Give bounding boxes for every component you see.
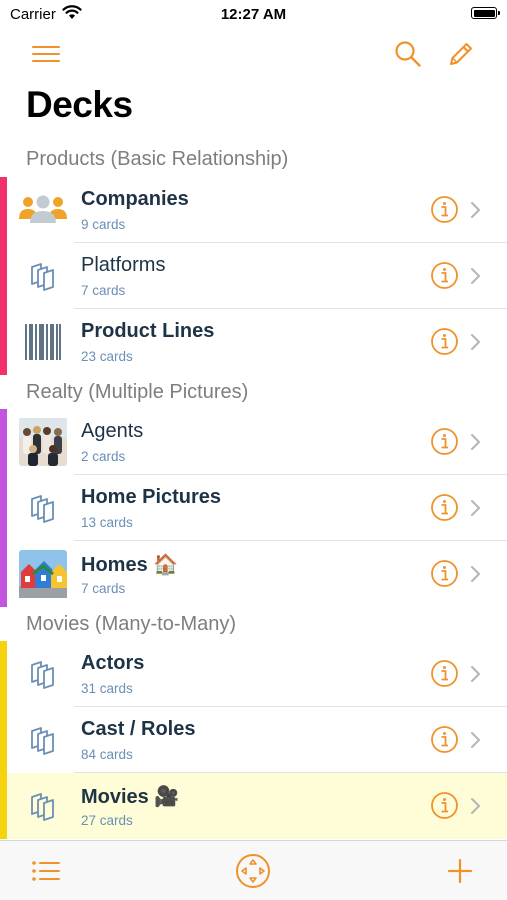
- info-icon[interactable]: [430, 559, 459, 588]
- deck-title: Actors: [81, 652, 145, 674]
- deck-card-count: 7 cards: [81, 581, 126, 596]
- chevron-right-icon: [469, 565, 481, 583]
- deck-color-bar: [0, 409, 7, 475]
- deck-title: Movies 🎥: [81, 786, 180, 808]
- homes-photo: [19, 550, 67, 598]
- list-icon[interactable]: [28, 853, 64, 889]
- pencil-icon[interactable]: [443, 36, 479, 72]
- section-header-products: Products (Basic Relationship): [26, 148, 289, 170]
- chevron-right-icon: [469, 797, 481, 815]
- deck-title: Cast / Roles: [81, 718, 196, 740]
- info-icon[interactable]: [430, 725, 459, 754]
- deck-color-bar: [0, 177, 7, 243]
- section-header-realty: Realty (Multiple Pictures): [26, 381, 249, 403]
- section-header-movies: Movies (Many-to-Many): [26, 613, 237, 635]
- info-icon[interactable]: [430, 261, 459, 290]
- status-bar: Carrier 12:27 AM: [0, 0, 507, 30]
- page-title: Decks: [26, 84, 133, 125]
- info-icon[interactable]: [430, 791, 459, 820]
- chevron-right-icon: [469, 333, 481, 351]
- deck-title: Platforms: [81, 254, 166, 276]
- deck-row-cast-roles[interactable]: Cast / Roles 84 cards: [0, 707, 507, 773]
- deck-row-platforms[interactable]: Platforms 7 cards: [0, 243, 507, 309]
- focus-target-icon[interactable]: [235, 853, 271, 889]
- deck-color-bar: [0, 475, 7, 541]
- deck-color-bar: [0, 773, 7, 839]
- hamburger-menu-icon[interactable]: [28, 36, 64, 72]
- chevron-right-icon: [469, 201, 481, 219]
- cards-stack-icon: [19, 650, 67, 698]
- cards-stack-icon: [19, 484, 67, 532]
- deck-card-count: 23 cards: [81, 349, 133, 364]
- deck-color-bar: [0, 243, 7, 309]
- deck-row-companies[interactable]: Companies 9 cards: [0, 177, 507, 243]
- navigation-bar: [0, 30, 507, 80]
- deck-title: Product Lines: [81, 320, 215, 342]
- agents-photo: [19, 418, 67, 466]
- plus-icon[interactable]: [442, 853, 478, 889]
- battery-icon: [471, 7, 500, 19]
- deck-title: Homes 🏠: [81, 552, 178, 577]
- deck-color-bar: [0, 707, 7, 773]
- deck-title: Agents: [81, 420, 144, 442]
- deck-color-bar: [0, 641, 7, 707]
- deck-card-count: 31 cards: [81, 681, 133, 696]
- chevron-right-icon: [469, 665, 481, 683]
- chevron-right-icon: [469, 433, 481, 451]
- deck-title-text: Homes 🏠: [81, 554, 179, 576]
- chevron-right-icon: [469, 499, 481, 517]
- deck-card-count: 2 cards: [81, 449, 126, 464]
- deck-row-actors[interactable]: Actors 31 cards: [0, 641, 507, 707]
- deck-card-count: 13 cards: [81, 515, 133, 530]
- chevron-right-icon: [469, 267, 481, 285]
- deck-card-count: 84 cards: [81, 747, 133, 762]
- deck-row-homes[interactable]: Homes 🏠 7 cards: [0, 541, 507, 607]
- cards-stack-icon: [19, 252, 67, 300]
- info-icon[interactable]: [430, 493, 459, 522]
- deck-title: Home Pictures: [81, 486, 222, 508]
- info-icon[interactable]: [430, 327, 459, 356]
- deck-row-movies[interactable]: Movies 🎥 27 cards: [0, 773, 507, 839]
- deck-title: Companies: [81, 188, 189, 210]
- deck-color-bar: [0, 309, 7, 375]
- barcode-icon: [19, 318, 67, 366]
- deck-row-agents[interactable]: Agents 2 cards: [0, 409, 507, 475]
- bottom-toolbar: [0, 840, 507, 900]
- cards-stack-icon: [19, 782, 67, 830]
- clock: 12:27 AM: [220, 6, 287, 23]
- people-icon: [19, 186, 67, 234]
- deck-card-count: 9 cards: [81, 217, 126, 232]
- deck-card-count: 7 cards: [81, 283, 126, 298]
- deck-color-bar: [0, 541, 7, 607]
- info-icon[interactable]: [430, 195, 459, 224]
- info-icon[interactable]: [430, 427, 459, 456]
- search-icon[interactable]: [390, 36, 426, 72]
- cards-stack-icon: [19, 716, 67, 764]
- chevron-right-icon: [469, 731, 481, 749]
- deck-card-count: 27 cards: [81, 813, 133, 828]
- deck-row-home-pictures[interactable]: Home Pictures 13 cards: [0, 475, 507, 541]
- info-icon[interactable]: [430, 659, 459, 688]
- deck-row-product-lines[interactable]: Product Lines 23 cards: [0, 309, 507, 375]
